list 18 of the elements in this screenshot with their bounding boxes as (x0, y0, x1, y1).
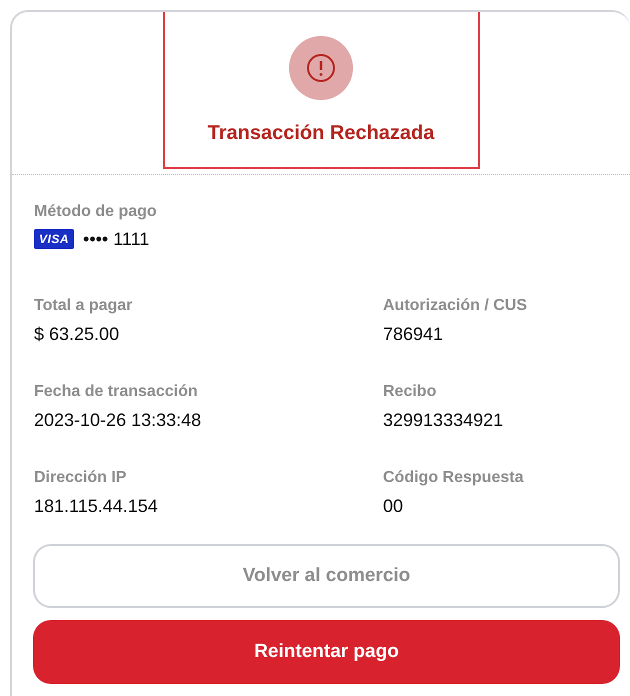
visa-logo: VISA (34, 229, 74, 249)
field-value: $ 63.25.00 (34, 323, 120, 346)
retry-button[interactable]: Reintentar pago (33, 620, 620, 684)
field-label: Autorización / CUS (383, 296, 528, 316)
status-title: Transacción Rechazada (208, 122, 434, 145)
field-value: 329913334921 (383, 409, 504, 432)
field-value: 2023-10-26 13:33:48 (34, 409, 202, 432)
field-label: Total a pagar (34, 296, 134, 316)
field-value: 00 (383, 495, 404, 518)
back-button[interactable]: Volver al comercio (33, 544, 620, 608)
field-label: Dirección IP (34, 468, 128, 488)
field-label: Recibo (383, 382, 438, 402)
field-label: Fecha de transacción (34, 382, 199, 402)
card-number: •••• 1111 (83, 228, 150, 251)
field-label: Método de pago (34, 202, 158, 222)
field-value: 181.115.44.154 (34, 495, 159, 518)
field-label: Código Respuesta (383, 468, 525, 488)
field-value: 786941 (383, 323, 444, 346)
